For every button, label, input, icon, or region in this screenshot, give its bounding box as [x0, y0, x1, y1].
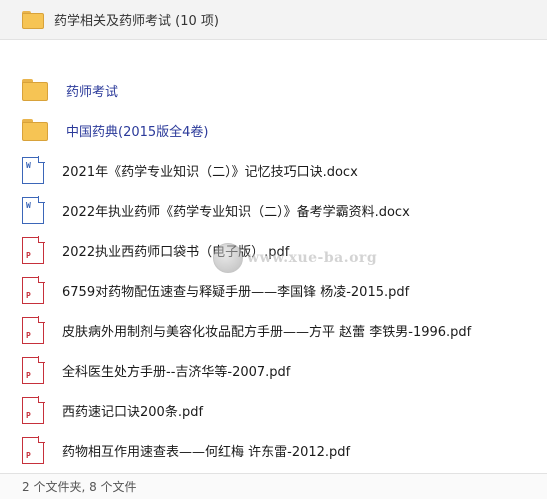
pdf-document-icon: P [22, 236, 45, 264]
item-count: 2 个文件夹, 8 个文件 [22, 480, 137, 494]
pdf-document-icon: P [22, 396, 45, 424]
list-item-file[interactable]: W 2022年执业药师《药学专业知识（二）》备考学霸资料.docx [14, 190, 533, 230]
pdf-document-icon: P [22, 276, 45, 304]
item-name: 2022年执业药师《药学专业知识（二）》备考学霸资料.docx [62, 204, 410, 220]
word-document-icon: W [22, 196, 45, 224]
list-item-file[interactable]: P 西药速记口诀200条.pdf [14, 390, 533, 430]
folder-icon [22, 10, 44, 29]
location-header: 药学相关及药师考试 (10 项) [0, 0, 547, 40]
item-name: 6759对药物配伍速查与释疑手册——李国锋 杨凌-2015.pdf [62, 284, 410, 300]
list-item-file[interactable]: P 皮肤病外用制剂与美容化妆品配方手册——方平 赵蕾 李铁男-1996.pdf [14, 310, 533, 350]
item-name: 2021年《药学专业知识（二）》记忆技巧口诀.docx [62, 164, 358, 180]
list-item-file[interactable]: P 2022执业西药师口袋书（电子版）.pdf [14, 230, 533, 270]
list-item-folder[interactable]: 药师考试 [14, 70, 533, 110]
folder-icon [22, 79, 48, 101]
pdf-document-icon: P [22, 316, 45, 344]
pdf-document-icon: P [22, 356, 45, 384]
list-item-file[interactable]: P 6759对药物配伍速查与释疑手册——李国锋 杨凌-2015.pdf [14, 270, 533, 310]
item-name: 2022执业西药师口袋书（电子版）.pdf [62, 244, 290, 260]
word-document-icon: W [22, 156, 45, 184]
list-item-folder[interactable]: 中国药典(2015版全4卷) [14, 110, 533, 150]
status-bar: 2 个文件夹, 8 个文件 [0, 473, 547, 499]
list-item-file[interactable]: W 2021年《药学专业知识（二）》记忆技巧口诀.docx [14, 150, 533, 190]
folder-title: 药学相关及药师考试 (10 项) [54, 14, 219, 29]
item-name: 药师考试 [66, 84, 119, 100]
item-name: 皮肤病外用制剂与美容化妆品配方手册——方平 赵蕾 李铁男-1996.pdf [62, 324, 472, 340]
item-name: 中国药典(2015版全4卷) [66, 124, 209, 140]
pdf-document-icon: P [22, 436, 45, 464]
list-item-file[interactable]: P 全科医生处方手册--吉济华等-2007.pdf [14, 350, 533, 390]
item-name: 药物相互作用速查表——何红梅 许东雷-2012.pdf [62, 444, 351, 460]
item-name: 全科医生处方手册--吉济华等-2007.pdf [62, 364, 291, 380]
list-item-file[interactable]: P 药物相互作用速查表——何红梅 许东雷-2012.pdf [14, 430, 533, 470]
item-name: 西药速记口诀200条.pdf [62, 404, 204, 420]
file-list: 药师考试 中国药典(2015版全4卷) W 2021年《药学专业知识（二）》记忆… [14, 70, 533, 470]
folder-icon [22, 119, 48, 141]
